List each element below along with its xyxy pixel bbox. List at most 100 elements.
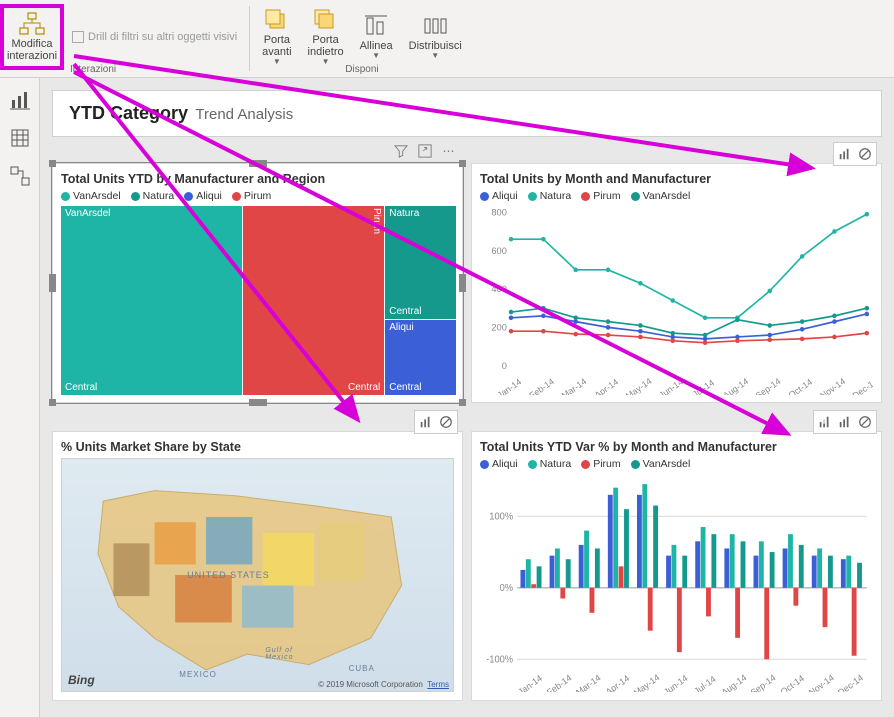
more-options-icon[interactable]: ⋯ [440, 142, 458, 160]
svg-text:100%: 100% [489, 511, 513, 522]
focus-mode-icon[interactable] [416, 142, 434, 160]
resize-handle[interactable] [249, 160, 267, 167]
svg-text:Jan-14: Jan-14 [516, 673, 544, 692]
ribbon-group-label-arrange: Disponi [254, 64, 470, 75]
treemap-cell-label: Aliqui [389, 322, 413, 333]
edit-interactions-button[interactable]: Modifica interazioni [0, 4, 64, 70]
svg-text:Aug-14: Aug-14 [720, 672, 749, 692]
interaction-none-icon[interactable] [856, 413, 874, 431]
visual-title: Total Units YTD by Manufacturer and Regi… [61, 172, 454, 186]
report-canvas: YTD Category Trend Analysis ⋯ Total Unit… [40, 78, 894, 717]
svg-text:Apr-14: Apr-14 [604, 673, 631, 692]
visual-title: % Units Market Share by State [61, 440, 454, 454]
bing-logo: Bing [68, 673, 95, 687]
ribbon-group-interactions: Modifica interazioni Drill di filtri su … [0, 0, 245, 77]
resize-handle[interactable] [459, 399, 466, 406]
page-title-bar: YTD Category Trend Analysis [52, 90, 882, 137]
bring-forward-button[interactable]: Porta avanti ▼ [254, 4, 299, 70]
interaction-filter-icon[interactable] [836, 145, 854, 163]
drill-filter-label: Drill di filtri su altri oggetti visivi [88, 31, 237, 43]
treemap-region-label: Central [389, 382, 421, 393]
svg-text:Dec-14: Dec-14 [836, 672, 865, 692]
line-legend: Aliqui Natura Pirum VanArsdel [480, 190, 873, 202]
legend-label: Pirum [593, 458, 620, 470]
resize-handle[interactable] [49, 399, 56, 406]
map-cuba-label: CUBA [349, 664, 375, 673]
interaction-bar [813, 410, 877, 434]
bring-forward-label: Porta avanti [262, 34, 291, 58]
svg-text:Jul-14: Jul-14 [692, 674, 717, 692]
map-body: UNITED STATES MEXICO CUBA Gulf of Mexico… [61, 458, 454, 692]
send-backward-icon [313, 8, 339, 32]
drill-filter-checkbox[interactable]: Drill di filtri su altri oggetti visivi [64, 4, 245, 70]
terms-link[interactable]: Terms [427, 680, 449, 689]
svg-text:400: 400 [491, 284, 507, 294]
legend-label: VanArsdel [643, 190, 691, 202]
treemap-body: VanArsdel Central Natura Central Pirum C… [61, 206, 454, 394]
svg-text:Nov-14: Nov-14 [807, 672, 836, 692]
bring-forward-icon [264, 8, 290, 32]
distribute-icon [422, 14, 448, 38]
visual-map[interactable]: % Units Market Share by State UNITED STA… [52, 431, 463, 701]
send-backward-label: Porta indietro [308, 34, 344, 58]
svg-text:800: 800 [491, 207, 507, 217]
treemap-cell-label: VanArsdel [65, 208, 110, 219]
svg-text:Jul-14: Jul-14 [691, 377, 716, 395]
ribbon-group-label-interactions: Interazioni [70, 64, 116, 75]
ribbon: Modifica interazioni Drill di filtri su … [0, 0, 894, 78]
resize-handle[interactable] [49, 274, 56, 292]
align-icon [363, 14, 389, 38]
svg-text:Jan-14: Jan-14 [495, 376, 523, 395]
filter-icon[interactable] [392, 142, 410, 160]
resize-handle[interactable] [49, 160, 56, 167]
map-attribution: © 2019 Microsoft Corporation Terms [318, 680, 449, 689]
interaction-bar [414, 410, 458, 434]
svg-text:0: 0 [502, 361, 507, 371]
resize-handle[interactable] [459, 274, 466, 292]
svg-text:Dec-14: Dec-14 [851, 376, 873, 395]
bar-chart-body: -100% 0% 100% Jan-14Feb-14Mar-14Apr-14May-1… [480, 474, 873, 692]
visual-bar-chart[interactable]: Total Units YTD Var % by Month and Manuf… [471, 431, 882, 701]
chevron-down-icon: ▼ [372, 51, 380, 60]
map-gulf-label: Gulf of Mexico [265, 647, 293, 661]
svg-text:Mar-14: Mar-14 [574, 673, 602, 692]
svg-text:Feb-14: Feb-14 [545, 673, 573, 692]
report-view-icon[interactable] [10, 90, 30, 110]
ribbon-group-arrange: Porta avanti ▼ Porta indietro ▼ Allinea … [254, 0, 470, 77]
distribute-button[interactable]: Distribuisci ▼ [401, 4, 470, 70]
page-subtitle: Trend Analysis [195, 106, 293, 123]
data-view-icon[interactable] [10, 128, 30, 148]
left-rail [0, 78, 40, 717]
treemap-cell-label: Pirum [371, 208, 382, 234]
model-view-icon[interactable] [10, 166, 30, 186]
page-title: YTD Category [69, 103, 188, 123]
interaction-filter-icon[interactable] [417, 413, 435, 431]
interaction-none-icon[interactable] [437, 413, 455, 431]
svg-text:-100%: -100% [486, 654, 513, 665]
hierarchy-icon [18, 12, 46, 36]
svg-text:Aug-14: Aug-14 [721, 376, 750, 395]
chevron-down-icon: ▼ [431, 51, 439, 60]
svg-text:0%: 0% [500, 583, 514, 594]
legend-label: Natura [540, 458, 572, 470]
visual-line-chart[interactable]: Total Units by Month and Manufacturer Al… [471, 163, 882, 403]
resize-handle[interactable] [249, 399, 267, 406]
treemap-cell-label: Natura [389, 208, 419, 219]
svg-text:Sep-14: Sep-14 [749, 672, 778, 692]
svg-text:Jun-14: Jun-14 [662, 673, 690, 692]
edit-interactions-label: Modifica interazioni [7, 38, 57, 62]
svg-text:May-14: May-14 [632, 672, 662, 692]
visual-treemap[interactable]: ⋯ Total Units YTD by Manufacturer and Re… [52, 163, 463, 403]
align-button[interactable]: Allinea ▼ [352, 4, 401, 70]
legend-label: Natura [143, 190, 175, 202]
resize-handle[interactable] [459, 160, 466, 167]
svg-text:600: 600 [491, 246, 507, 256]
legend-label: Aliqui [492, 190, 518, 202]
interaction-none-icon[interactable] [856, 145, 874, 163]
interaction-bar [833, 142, 877, 166]
interaction-highlight-icon[interactable] [816, 413, 834, 431]
legend-label: Pirum [244, 190, 271, 202]
bar-legend: Aliqui Natura Pirum VanArsdel [480, 458, 873, 470]
interaction-filter-icon[interactable] [836, 413, 854, 431]
send-backward-button[interactable]: Porta indietro ▼ [300, 4, 352, 70]
